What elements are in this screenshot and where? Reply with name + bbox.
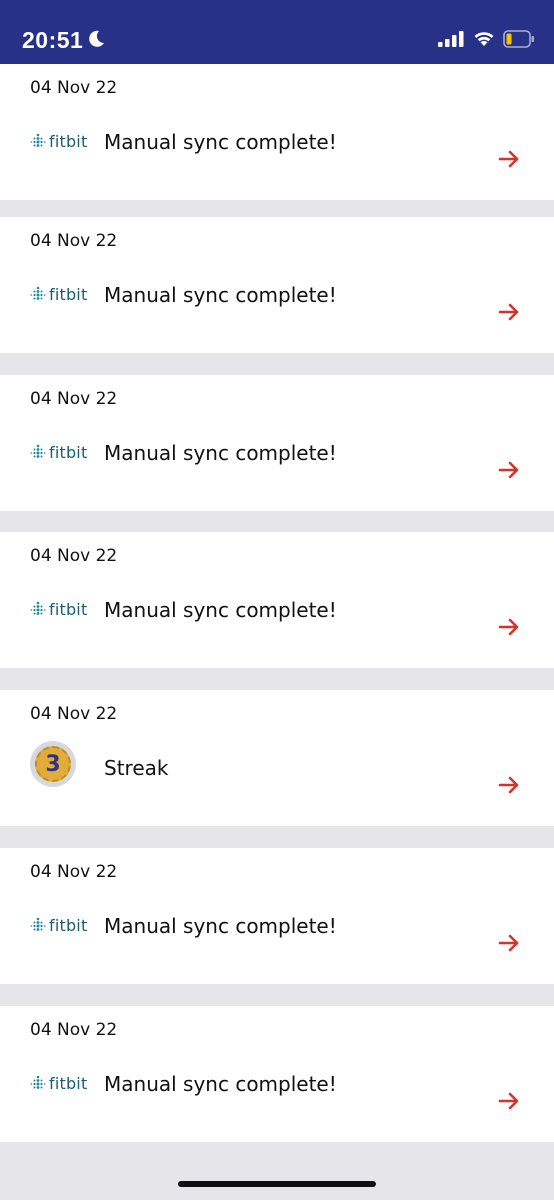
streak-badge-icon: 3 <box>30 741 76 787</box>
fitbit-dots-icon <box>30 1075 46 1089</box>
fitbit-logo-icon: fitbit <box>30 126 87 156</box>
battery-icon <box>503 30 534 48</box>
card-title: Manual sync complete! <box>104 130 337 154</box>
card-date: 04 Nov 22 <box>30 78 118 98</box>
arrow-right-icon[interactable] <box>498 150 520 168</box>
streak-medal: 3 <box>35 746 71 782</box>
card-date: 04 Nov 22 <box>30 389 118 409</box>
fitbit-wordmark: fitbit <box>49 442 88 462</box>
fitbit-dots-icon <box>30 286 46 300</box>
moon-icon <box>89 30 104 47</box>
feed-card[interactable]: 04 Nov 22 fitbit Manual sync complete! <box>0 532 554 668</box>
card-date: 04 Nov 22 <box>30 862 118 882</box>
fitbit-logo-icon: fitbit <box>30 910 87 940</box>
fitbit-dots-icon <box>30 133 46 147</box>
feed-card[interactable]: 04 Nov 22 fitbit Manual sync complete! <box>0 64 554 200</box>
status-time: 20:51 <box>22 27 84 53</box>
arrow-right-icon[interactable] <box>498 776 520 794</box>
fitbit-dots-icon <box>30 444 46 458</box>
fitbit-logo-icon: fitbit <box>30 1068 87 1098</box>
fitbit-wordmark: fitbit <box>49 599 88 619</box>
fitbit-logo-icon: fitbit <box>30 279 87 309</box>
arrow-right-icon[interactable] <box>498 461 520 479</box>
streak-number: 3 <box>45 751 61 777</box>
card-title: Manual sync complete! <box>104 598 337 622</box>
card-date: 04 Nov 22 <box>30 546 118 566</box>
fitbit-wordmark: fitbit <box>49 915 88 935</box>
feed-card[interactable]: 04 Nov 22 3 Streak <box>0 690 554 826</box>
card-date: 04 Nov 22 <box>30 1020 118 1040</box>
fitbit-wordmark: fitbit <box>49 1073 88 1093</box>
wifi-icon <box>474 32 494 46</box>
card-title: Streak <box>104 756 169 780</box>
feed-card[interactable]: 04 Nov 22 fitbit Manual sync complete! <box>0 1006 554 1142</box>
home-indicator[interactable] <box>178 1181 376 1187</box>
fitbit-logo-icon: fitbit <box>30 594 87 624</box>
card-title: Manual sync complete! <box>104 283 337 307</box>
arrow-right-icon[interactable] <box>498 618 520 636</box>
card-date: 04 Nov 22 <box>30 704 118 724</box>
card-title: Manual sync complete! <box>104 1072 337 1096</box>
fitbit-dots-icon <box>30 917 46 931</box>
card-title: Manual sync complete! <box>104 441 337 465</box>
arrow-right-icon[interactable] <box>498 303 520 321</box>
fitbit-dots-icon <box>30 601 46 615</box>
arrow-right-icon[interactable] <box>498 1092 520 1110</box>
feed-card[interactable]: 04 Nov 22 fitbit Manual sync complete! <box>0 848 554 984</box>
arrow-right-icon[interactable] <box>498 934 520 952</box>
fitbit-wordmark: fitbit <box>49 131 88 151</box>
signal-icon <box>438 31 464 47</box>
card-date: 04 Nov 22 <box>30 231 118 251</box>
status-bar: 20:51 <box>0 0 554 74</box>
feed-card[interactable]: 04 Nov 22 fitbit Manual sync complete! <box>0 217 554 353</box>
card-title: Manual sync complete! <box>104 914 337 938</box>
feed-card[interactable]: 04 Nov 22 fitbit Manual sync complete! <box>0 375 554 511</box>
fitbit-wordmark: fitbit <box>49 284 88 304</box>
fitbit-logo-icon: fitbit <box>30 437 87 467</box>
